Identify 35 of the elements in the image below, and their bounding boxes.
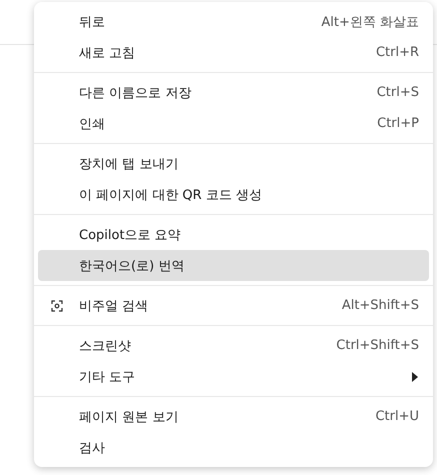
menu-item-label: 기타 도구 [79, 368, 136, 386]
menu-item[interactable]: 스크린샷 Ctrl+Shift+S [38, 330, 429, 361]
menu-item[interactable]: 기타 도구 [38, 361, 429, 392]
shortcut-text: Ctrl+P [377, 116, 419, 131]
shortcut-text: Ctrl+S [376, 85, 419, 100]
visual-search-icon [51, 300, 63, 312]
menu-item-label: 한국어으(로) 번역 [79, 258, 186, 274]
menu-item-label: 스크린샷 [79, 338, 132, 354]
menu-item-label: 장치에 탭 보내기 [79, 156, 180, 172]
menu-item-label: 검사 [79, 440, 106, 456]
menu-item[interactable]: 검사 [38, 432, 429, 463]
shortcut-text: Ctrl+U [375, 409, 419, 424]
menu-item-label: 새로 고침 [79, 44, 136, 62]
menu-item-label: 이 페이지에 대한 QR 코드 생성 [79, 186, 263, 204]
shortcut-text: Ctrl+Shift+S [336, 338, 419, 353]
menu-item[interactable]: 뒤로 Alt+왼쪽 화살표 [38, 6, 429, 37]
shortcut-text: Alt+왼쪽 화살표 [321, 14, 419, 30]
menu-item[interactable]: 장치에 탭 보내기 [38, 148, 429, 179]
shortcut-text: Alt+Shift+S [342, 298, 419, 313]
submenu-arrow-icon [411, 372, 419, 382]
menu-item-label: 뒤로 [79, 14, 106, 30]
menu-item-label: 인쇄 [79, 116, 106, 132]
menu-item-label: Copilot으로 요약 [79, 226, 182, 244]
menu-item[interactable]: 한국어으(로) 번역 [38, 250, 429, 281]
menu-item-label: 비주얼 검색 [79, 298, 150, 314]
menu-item-label: 다른 이름으로 저장 [79, 84, 192, 102]
menu-item[interactable]: 새로 고침 Ctrl+R [38, 37, 429, 68]
menu-item[interactable]: 다른 이름으로 저장 Ctrl+S [38, 77, 429, 108]
menu-item[interactable]: Copilot으로 요약 [38, 219, 429, 250]
menu-item[interactable]: 비주얼 검색 Alt+Shift+S [38, 290, 429, 321]
menu-item-label: 페이지 원본 보기 [79, 408, 180, 426]
menu-item[interactable]: 페이지 원본 보기 Ctrl+U [38, 401, 429, 432]
shortcut-text: Ctrl+R [376, 45, 419, 60]
menu-item[interactable]: 인쇄 Ctrl+P [38, 108, 429, 139]
menu-item[interactable]: 이 페이지에 대한 QR 코드 생성 [38, 179, 429, 210]
